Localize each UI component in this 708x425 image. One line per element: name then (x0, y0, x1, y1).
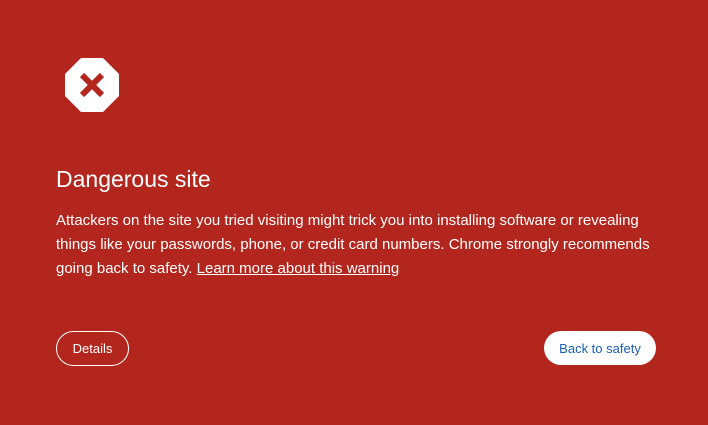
interstitial-page: Dangerous site Attackers on the site you… (0, 0, 708, 425)
warning-description: Attackers on the site you tried visiting… (56, 209, 656, 281)
page-title: Dangerous site (56, 166, 211, 192)
details-button[interactable]: Details (56, 331, 129, 366)
danger-x-octagon-icon (65, 58, 119, 112)
learn-more-link[interactable]: Learn more about this warning (197, 260, 400, 277)
back-to-safety-button[interactable]: Back to safety (544, 331, 656, 365)
